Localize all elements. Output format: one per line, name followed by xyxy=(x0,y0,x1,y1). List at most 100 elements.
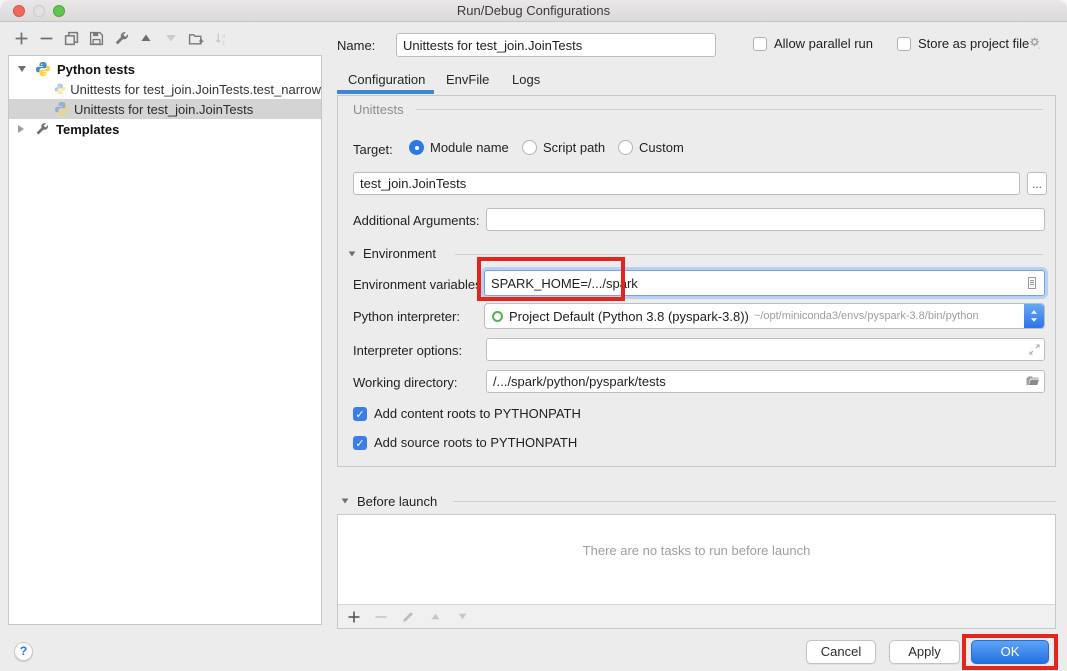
before-launch-task-list: There are no tasks to run before launch xyxy=(337,514,1056,629)
arrow-down-icon xyxy=(456,610,469,623)
tree-item-label: Unittests for test_join.JoinTests.test_n… xyxy=(70,82,321,97)
tree-group-python-tests[interactable]: Python tests xyxy=(9,59,321,79)
name-input[interactable] xyxy=(396,33,716,57)
zoom-window-button[interactable] xyxy=(53,5,65,17)
radio-unselected[interactable] xyxy=(618,140,633,155)
environment-section-title[interactable]: Environment xyxy=(363,246,436,261)
configurations-toolbar: az xyxy=(13,30,229,46)
environment-collapse-icon[interactable] xyxy=(349,251,356,256)
target-label: Target: xyxy=(353,142,393,157)
tree-item-test-narrow[interactable]: Unittests for test_join.JoinTests.test_n… xyxy=(9,79,321,99)
before-launch-empty-message: There are no tasks to run before launch xyxy=(338,543,1055,558)
cancel-button[interactable]: Cancel xyxy=(806,640,876,664)
add-content-roots-checkbox[interactable]: Add content roots to PYTHONPATH xyxy=(353,406,581,421)
save-icon xyxy=(89,31,104,46)
browse-module-button[interactable]: ... xyxy=(1027,172,1047,195)
close-window-button[interactable] xyxy=(13,5,25,17)
copy-icon xyxy=(64,31,79,46)
allow-parallel-run-checkbox[interactable]: Allow parallel run xyxy=(753,36,873,51)
tree-item-jointests-selected[interactable]: Unittests for test_join.JoinTests xyxy=(9,99,321,119)
remove-task-button xyxy=(373,609,389,625)
python-test-icon xyxy=(54,81,66,97)
ok-button[interactable]: OK xyxy=(971,640,1049,664)
up-down-chevrons-icon xyxy=(1029,308,1039,324)
move-task-down-button xyxy=(454,609,470,625)
add-source-roots-checkbox[interactable]: Add source roots to PYTHONPATH xyxy=(353,435,577,450)
configurations-tree: Python tests Unittests for test_join.Joi… xyxy=(8,55,322,625)
checkbox-unchecked[interactable] xyxy=(897,37,911,51)
module-name-input[interactable] xyxy=(353,172,1020,195)
radio-selected[interactable] xyxy=(409,140,424,155)
help-button[interactable]: ? xyxy=(14,642,33,661)
before-launch-collapse-icon[interactable] xyxy=(342,498,349,503)
target-radio-custom[interactable]: Custom xyxy=(618,140,684,155)
radio-unselected[interactable] xyxy=(522,140,537,155)
checkbox-checked[interactable] xyxy=(353,436,367,450)
radio-label: Custom xyxy=(639,140,684,155)
arrow-up-icon xyxy=(139,31,153,45)
remove-configuration-button[interactable] xyxy=(38,30,54,46)
collapse-arrow-icon[interactable] xyxy=(18,66,26,72)
tab-logs[interactable]: Logs xyxy=(512,72,540,87)
target-radio-script-path[interactable]: Script path xyxy=(522,140,605,155)
working-directory-input[interactable] xyxy=(486,370,1045,393)
expand-field-button[interactable] xyxy=(1026,341,1042,357)
svg-text:z: z xyxy=(222,40,225,46)
save-configuration-button[interactable] xyxy=(88,30,104,46)
name-label: Name: xyxy=(337,38,375,53)
group-divider xyxy=(416,109,1043,110)
unittests-group-title: Unittests xyxy=(353,102,404,117)
python-icon xyxy=(35,61,51,77)
environment-variables-input[interactable] xyxy=(484,270,1045,296)
tab-configuration[interactable]: Configuration xyxy=(348,72,425,87)
minus-icon xyxy=(374,610,388,624)
tree-group-templates[interactable]: Templates xyxy=(9,119,321,139)
expand-arrow-icon[interactable] xyxy=(18,125,24,133)
before-launch-toolbar xyxy=(338,604,1055,628)
move-up-button[interactable] xyxy=(138,30,154,46)
env-vars-editor-button[interactable] xyxy=(1024,275,1040,291)
interpreter-value: Project Default (Python 3.8 (pyspark-3.8… xyxy=(509,309,749,324)
add-task-button[interactable] xyxy=(346,609,362,625)
checkbox-unchecked[interactable] xyxy=(753,37,767,51)
sort-configurations-button: az xyxy=(213,30,229,46)
tree-item-label: Templates xyxy=(56,122,119,137)
before-launch-section-title[interactable]: Before launch xyxy=(357,494,437,509)
target-radio-module-name[interactable]: Module name xyxy=(409,140,509,155)
pencil-icon xyxy=(401,610,415,624)
active-tab-indicator xyxy=(337,90,434,94)
store-as-project-file-checkbox[interactable]: Store as project file xyxy=(897,36,1029,51)
move-task-up-button xyxy=(427,609,443,625)
create-folder-button[interactable] xyxy=(188,30,204,46)
tree-item-label: Unittests for test_join.JoinTests xyxy=(74,102,253,117)
allow-parallel-run-label: Allow parallel run xyxy=(774,36,873,51)
store-options-gear-button[interactable] xyxy=(1027,35,1043,54)
tab-envfile[interactable]: EnvFile xyxy=(446,72,489,87)
python-test-icon xyxy=(54,101,70,117)
run-debug-configurations-dialog: Run/Debug Configurations az xyxy=(0,0,1067,671)
python-interpreter-select[interactable]: Project Default (Python 3.8 (pyspark-3.8… xyxy=(484,303,1045,329)
additional-arguments-input[interactable] xyxy=(486,208,1045,231)
configuration-tab-panel: Unittests Target: Module name Script pat… xyxy=(337,95,1056,467)
section-divider xyxy=(455,254,1043,255)
checkbox-checked[interactable] xyxy=(353,407,367,421)
environment-variables-label: Environment variables: xyxy=(353,277,485,292)
arrow-up-icon xyxy=(429,610,442,623)
minus-icon xyxy=(39,31,54,46)
interpreter-options-input[interactable] xyxy=(486,338,1045,361)
svg-text:a: a xyxy=(222,33,226,39)
add-content-roots-label: Add content roots to PYTHONPATH xyxy=(374,406,581,421)
plus-icon xyxy=(14,31,29,46)
move-down-button xyxy=(163,30,179,46)
wrench-icon xyxy=(114,31,129,46)
edit-templates-button[interactable] xyxy=(113,30,129,46)
browse-folder-button[interactable] xyxy=(1024,373,1040,389)
additional-arguments-label: Additional Arguments: xyxy=(353,213,479,228)
window-title: Run/Debug Configurations xyxy=(0,0,1067,22)
add-source-roots-label: Add source roots to PYTHONPATH xyxy=(374,435,577,450)
apply-button[interactable]: Apply xyxy=(889,640,960,664)
combo-stepper[interactable] xyxy=(1024,304,1044,328)
copy-configuration-button[interactable] xyxy=(63,30,79,46)
wrench-icon xyxy=(35,122,49,136)
add-configuration-button[interactable] xyxy=(13,30,29,46)
